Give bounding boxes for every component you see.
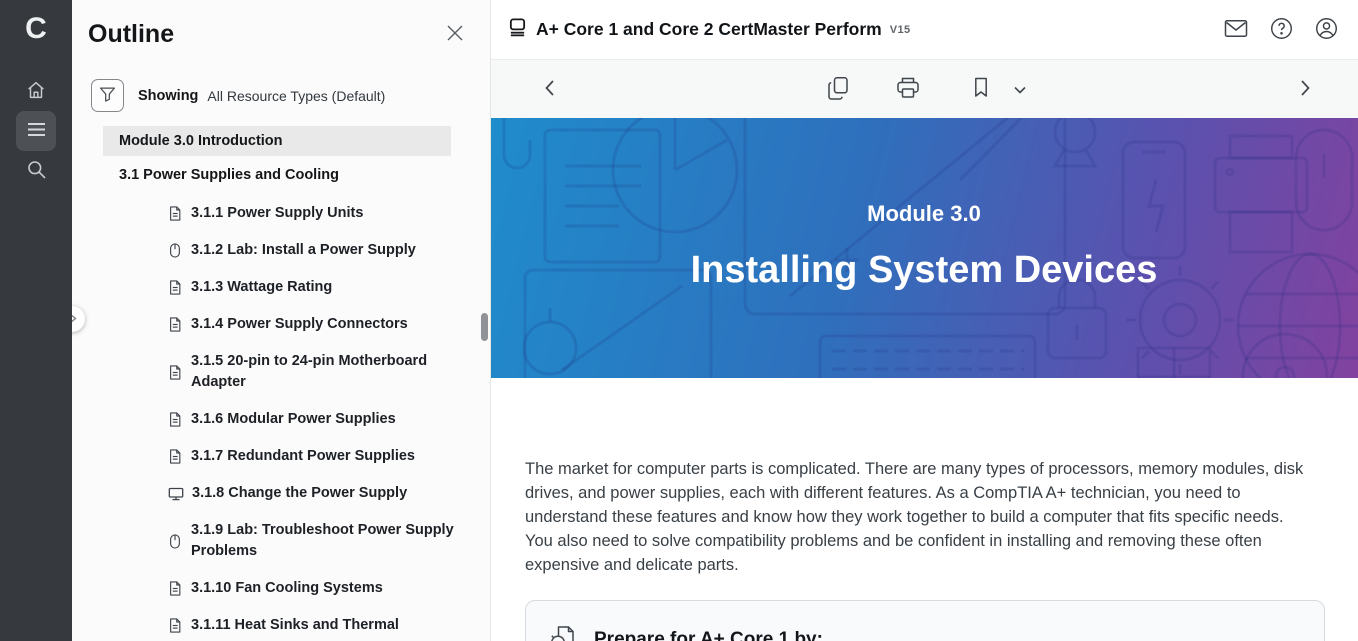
- filter-button[interactable]: [91, 79, 124, 112]
- outline-item-label: 3.1.4 Power Supply Connectors: [191, 314, 408, 335]
- outline-item[interactable]: 3.1.5 20-pin to 24-pin Motherboard Adapt…: [168, 351, 460, 393]
- outline-item[interactable]: 3.1.6 Modular Power Supplies: [168, 409, 460, 430]
- document-icon: [168, 364, 183, 381]
- outline-item[interactable]: 3.1.2 Lab: Install a Power Supply: [168, 240, 460, 261]
- outline-scrollbar-thumb[interactable]: [481, 313, 488, 341]
- next-chevron-icon: [1299, 79, 1312, 100]
- monitor-icon: [168, 486, 184, 502]
- print-button[interactable]: [893, 74, 923, 104]
- back-chevron-icon: [543, 79, 556, 100]
- next-page-button[interactable]: [1290, 74, 1320, 104]
- outline-item-label: 3.1.8 Change the Power Supply: [192, 483, 407, 504]
- app-window: C Outline: [0, 0, 1358, 641]
- lesson-content: The market for computer parts is complic…: [490, 378, 1358, 641]
- previous-page-button[interactable]: [534, 74, 564, 104]
- banner-doodle-pattern: [490, 118, 1358, 378]
- module-banner: Module 3.0 Installing System Devices: [490, 118, 1358, 378]
- course-title: A+ Core 1 and Core 2 CertMaster Perform: [536, 19, 882, 40]
- help-icon: [1270, 17, 1293, 43]
- outline-item-label: 3.1.3 Wattage Rating: [191, 277, 332, 298]
- outline-panel: Outline Showing All Resource Types (Defa…: [72, 0, 491, 641]
- outline-header: Outline: [72, 0, 490, 49]
- brand-logo[interactable]: C: [25, 8, 47, 50]
- home-button[interactable]: [16, 71, 56, 111]
- document-icon: [168, 580, 183, 597]
- copy-icon: [827, 76, 849, 103]
- copy-button[interactable]: [823, 74, 853, 104]
- search-icon: [26, 159, 47, 183]
- outline-menu-button[interactable]: [16, 111, 56, 151]
- document-icon: [168, 617, 183, 634]
- messages-button[interactable]: [1222, 16, 1250, 44]
- banner-module-label: Module 3.0: [490, 201, 1358, 227]
- mail-icon: [1224, 19, 1248, 41]
- outline-item[interactable]: 3.1.4 Power Supply Connectors: [168, 314, 460, 335]
- lab-mouse-icon: [168, 533, 183, 550]
- outline-item-label: 3.1.5 20-pin to 24-pin Motherboard Adapt…: [191, 351, 460, 393]
- reader-toolbar: [490, 60, 1358, 118]
- outline-item[interactable]: 3.1.8 Change the Power Supply: [168, 483, 460, 504]
- lab-mouse-icon: [168, 242, 183, 259]
- header-actions: [1222, 0, 1340, 59]
- bookmark-icon: [973, 77, 989, 101]
- prepare-heading: Prepare for A+ Core 1 by:: [594, 629, 823, 641]
- outline-item[interactable]: 3.1.7 Redundant Power Supplies: [168, 446, 460, 467]
- course-header: A+ Core 1 and Core 2 CertMaster Perform …: [490, 0, 1358, 60]
- prepare-callout: Prepare for A+ Core 1 by:: [525, 600, 1325, 641]
- document-icon: [168, 205, 183, 222]
- document-icon: [168, 279, 183, 296]
- funnel-icon: [99, 86, 116, 106]
- outline-item[interactable]: 3.1.1 Power Supply Units: [168, 203, 460, 224]
- account-button[interactable]: [1312, 16, 1340, 44]
- outline-item[interactable]: 3.1.9 Lab: Troubleshoot Power Supply Pro…: [168, 520, 460, 562]
- home-icon: [25, 79, 47, 104]
- main-content: A+ Core 1 and Core 2 CertMaster Perform …: [490, 0, 1358, 641]
- menu-icon: [27, 122, 46, 140]
- outline-item-label: 3.1.1 Power Supply Units: [191, 203, 363, 224]
- close-outline-button[interactable]: [446, 24, 464, 45]
- search-button[interactable]: [16, 151, 56, 191]
- outline-item-label: 3.1.11 Heat Sinks and Thermal: [191, 615, 399, 636]
- course-book-icon: [508, 17, 527, 42]
- outline-item-label: 3.1.10 Fan Cooling Systems: [191, 578, 383, 599]
- outline-item-module-selected[interactable]: Module 3.0 Introduction: [103, 126, 451, 156]
- outline-item-label: 3.1.7 Redundant Power Supplies: [191, 446, 415, 467]
- outline-item-label: 3.1.2 Lab: Install a Power Supply: [191, 240, 416, 261]
- print-icon: [896, 76, 920, 102]
- outline-item[interactable]: 3.1.11 Heat Sinks and Thermal: [168, 615, 460, 636]
- document-icon: [168, 316, 183, 333]
- outline-list: Module 3.0 Introduction 3.1 Power Supplie…: [72, 126, 490, 636]
- bookmark-button[interactable]: [966, 74, 996, 104]
- outline-item[interactable]: 3.1.3 Wattage Rating: [168, 277, 460, 298]
- app-rail: C: [0, 0, 72, 641]
- document-icon: [168, 411, 183, 428]
- filter-label: Showing: [138, 88, 198, 104]
- banner-title: Installing System Devices: [490, 249, 1358, 292]
- outline-item[interactable]: 3.1.10 Fan Cooling Systems: [168, 578, 460, 599]
- course-version: V15: [890, 24, 911, 36]
- document-icon: [168, 448, 183, 465]
- filter-value[interactable]: All Resource Types (Default): [207, 88, 385, 104]
- prepare-task-icon: [549, 623, 579, 641]
- help-button[interactable]: [1267, 16, 1295, 44]
- intro-paragraph: The market for computer parts is complic…: [525, 457, 1315, 577]
- account-icon: [1315, 17, 1338, 43]
- outline-item-label: 3.1.6 Modular Power Supplies: [191, 409, 396, 430]
- outline-item-section[interactable]: 3.1 Power Supplies and Cooling: [119, 168, 490, 183]
- outline-item-label: 3.1.9 Lab: Troubleshoot Power Supply Pro…: [191, 520, 460, 562]
- filter-row: Showing All Resource Types (Default): [91, 79, 490, 112]
- outline-title: Outline: [88, 20, 174, 49]
- close-icon: [446, 30, 464, 45]
- caret-down-icon: [1014, 82, 1026, 97]
- bookmark-menu-button[interactable]: [1005, 74, 1035, 104]
